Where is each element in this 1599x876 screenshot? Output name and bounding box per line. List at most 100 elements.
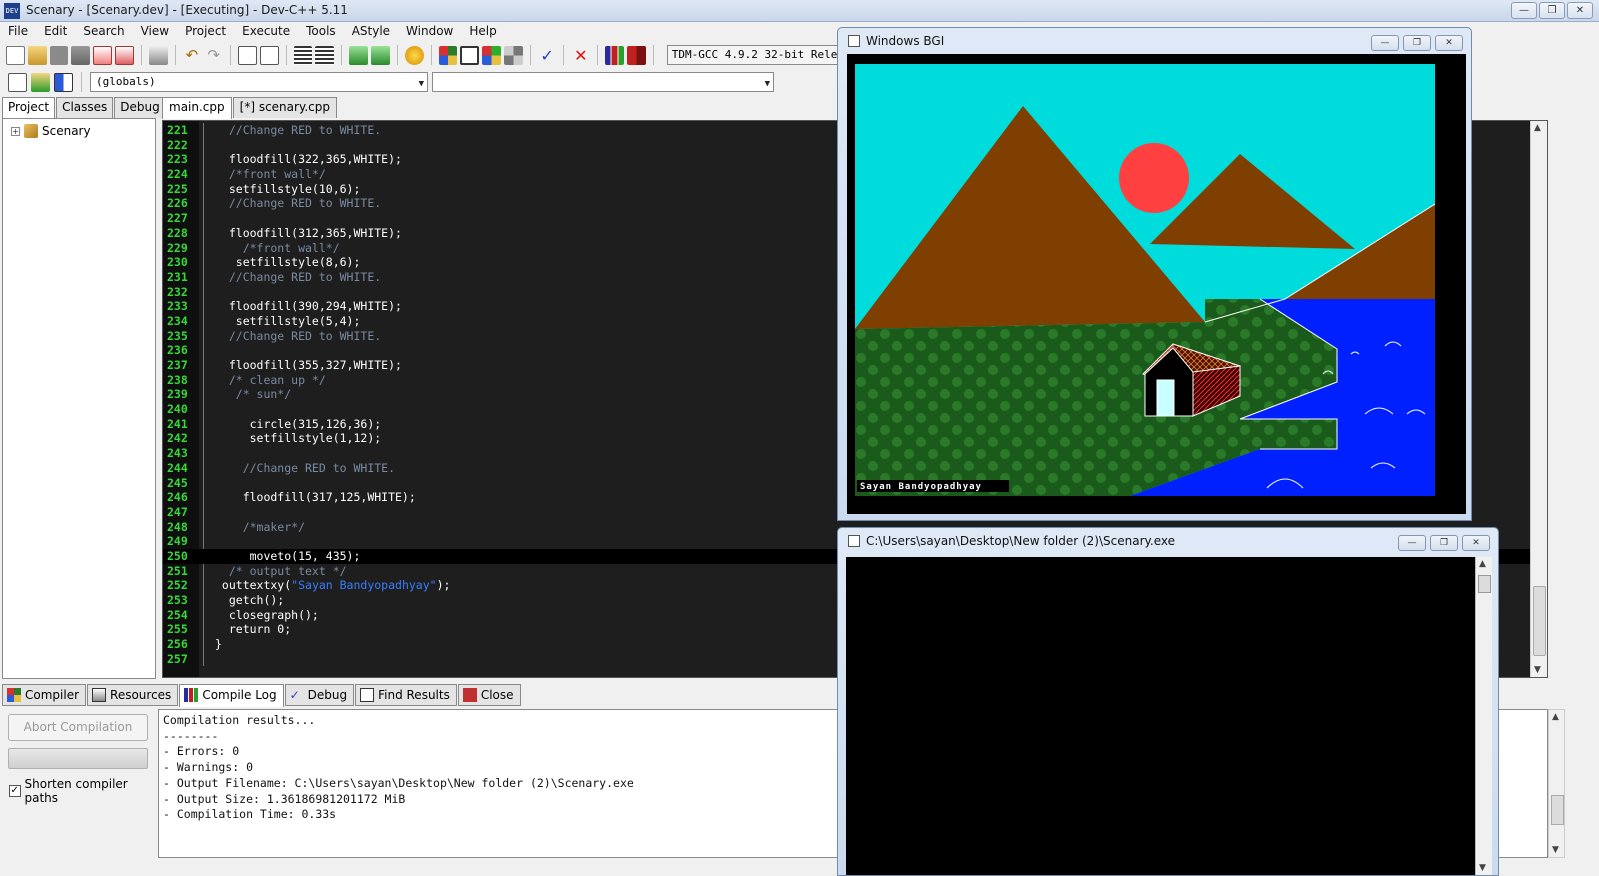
scroll-thumb[interactable] (1551, 795, 1564, 825)
tab-compiler[interactable]: Compiler (2, 684, 87, 706)
line-number: 255 (167, 622, 188, 637)
line-number: 225 (167, 181, 188, 196)
find-icon[interactable] (238, 45, 257, 65)
syntax-check-icon[interactable]: ✓ (538, 46, 557, 65)
line-code: /* clean up */ (215, 372, 326, 387)
open-project-icon[interactable] (27, 45, 47, 65)
window-title: Scenary - [Scenary.dev] - [Executing] - … (26, 3, 348, 17)
menu-execute[interactable]: Execute (234, 22, 298, 41)
tab-debug[interactable]: Debug (114, 97, 166, 118)
tab-compile-log[interactable]: Compile Log (179, 684, 284, 707)
scroll-down-icon[interactable]: ▼ (1534, 665, 1541, 675)
compile-run-icon[interactable] (482, 45, 501, 65)
tab-find-results[interactable]: Find Results (355, 684, 457, 706)
line-code: /*maker*/ (215, 519, 306, 534)
editor-scrollbar[interactable]: ▲ ▼ (1530, 121, 1547, 677)
redo-icon[interactable]: ↷ (204, 46, 223, 65)
menu-edit[interactable]: Edit (36, 22, 75, 41)
tab-resources[interactable]: Resources (87, 684, 179, 706)
undo-icon[interactable]: ↶ (183, 46, 202, 65)
line-number: 237 (167, 358, 188, 372)
menu-project[interactable]: Project (177, 22, 234, 41)
menu-view[interactable]: View (133, 22, 177, 41)
minimize-button[interactable]: — (1511, 2, 1537, 19)
scroll-down-icon[interactable]: ▼ (1479, 863, 1486, 873)
line-code: //Change RED to WHITE. (215, 123, 382, 137)
compile-progress (8, 748, 148, 769)
log-scrollbar[interactable]: ▲ ▼ (1548, 709, 1565, 858)
tab-debug-label: Debug (307, 688, 348, 702)
compiler-select[interactable]: TDM-GCC 4.9.2 32-bit Release (666, 45, 840, 65)
close-button[interactable]: ✕ (1567, 2, 1593, 19)
unindent-icon[interactable] (315, 45, 335, 65)
menu-astyle[interactable]: AStyle (344, 22, 398, 41)
bgi-maximize-button[interactable]: ❐ (1403, 35, 1431, 51)
restore-button[interactable]: ❐ (1539, 2, 1565, 19)
scroll-up-icon[interactable]: ▲ (1552, 712, 1559, 722)
devcpp-app-icon: DEV (4, 3, 20, 19)
line-code: floodfill(390,294,WHITE); (215, 299, 402, 314)
save-all-icon[interactable] (71, 45, 91, 65)
console-output[interactable]: ▲ ▼ (846, 557, 1492, 875)
line-code: floodfill(355,327,WHITE); (215, 358, 402, 372)
console-minimize-button[interactable]: — (1398, 535, 1426, 551)
bgi-minimize-button[interactable]: — (1371, 35, 1399, 51)
compile-icon[interactable] (438, 45, 458, 65)
indent-icon[interactable] (293, 45, 313, 65)
bgi-graphics-area[interactable]: Sayan Bandyopadhyay (847, 54, 1466, 514)
line-code: floodfill(317,125,WHITE); (215, 490, 416, 505)
shorten-paths-option[interactable]: ✓ Shorten compiler paths (9, 777, 158, 805)
goto-icon[interactable] (349, 45, 369, 65)
tab-main-cpp[interactable]: main.cpp (162, 97, 232, 119)
line-number: 223 (167, 152, 188, 167)
tab-debug-bottom[interactable]: ✓ Debug (284, 684, 355, 706)
tab-project[interactable]: Project (2, 97, 56, 119)
scroll-up-icon[interactable]: ▲ (1534, 123, 1541, 133)
replace-icon[interactable] (259, 45, 279, 65)
console-close-button[interactable]: ✕ (1462, 535, 1490, 551)
new-file-icon[interactable] (6, 45, 25, 65)
console-scrollbar[interactable]: ▲ ▼ (1475, 557, 1492, 875)
console-maximize-button[interactable]: ❐ (1430, 535, 1458, 551)
title-bar: DEV Scenary - [Scenary.dev] - [Executing… (0, 0, 1599, 22)
tab-classes[interactable]: Classes (56, 97, 114, 118)
save-icon[interactable] (49, 45, 69, 65)
expand-icon[interactable]: + (11, 126, 20, 136)
bgi-close-button[interactable]: ✕ (1435, 35, 1463, 51)
menu-tools[interactable]: Tools (298, 22, 344, 41)
toggle-bookmark-icon[interactable] (31, 72, 50, 92)
close-all-icon[interactable] (114, 45, 134, 65)
print-icon[interactable] (148, 45, 168, 65)
goto-back-icon[interactable] (371, 45, 390, 65)
close-file-icon[interactable] (93, 45, 112, 65)
menu-help[interactable]: Help (461, 22, 504, 41)
menu-file[interactable]: File (0, 22, 36, 41)
rebuild-icon[interactable] (503, 45, 523, 65)
tab-close[interactable]: Close (457, 684, 521, 706)
scope-combo[interactable]: (globals) ▼ (90, 72, 428, 92)
menu-search[interactable]: Search (75, 22, 132, 41)
bookmark-icon[interactable] (404, 45, 424, 65)
member-combo[interactable]: ▼ (432, 72, 774, 92)
line-code: outtextxy("Sayan Bandyopadhyay"); (215, 578, 451, 593)
scroll-up-icon[interactable]: ▲ (1479, 559, 1486, 569)
abort-compilation-button[interactable]: Abort Compilation (8, 714, 148, 741)
line-number: 251 (167, 563, 188, 578)
goto-bookmark-icon[interactable] (54, 72, 73, 92)
line-number: 234 (167, 313, 188, 328)
delete-profile-icon[interactable] (627, 45, 646, 65)
insert-icon[interactable] (8, 72, 27, 92)
stop-execution-icon[interactable]: ✕ (571, 46, 590, 65)
scroll-down-icon[interactable]: ▼ (1552, 845, 1559, 855)
check-icon: ✓ (289, 688, 300, 702)
console-icon (848, 535, 860, 547)
line-number: 229 (167, 240, 188, 255)
scroll-thumb[interactable] (1533, 586, 1546, 656)
tree-item-scenary[interactable]: + Scenary (11, 124, 91, 138)
tab-scenary-cpp[interactable]: [*] scenary.cpp (232, 97, 337, 118)
scroll-thumb[interactable] (1478, 575, 1491, 593)
profile-icon[interactable] (605, 45, 625, 65)
menu-window[interactable]: Window (398, 22, 461, 41)
shorten-paths-checkbox[interactable]: ✓ (9, 785, 21, 797)
run-icon[interactable] (460, 45, 480, 65)
